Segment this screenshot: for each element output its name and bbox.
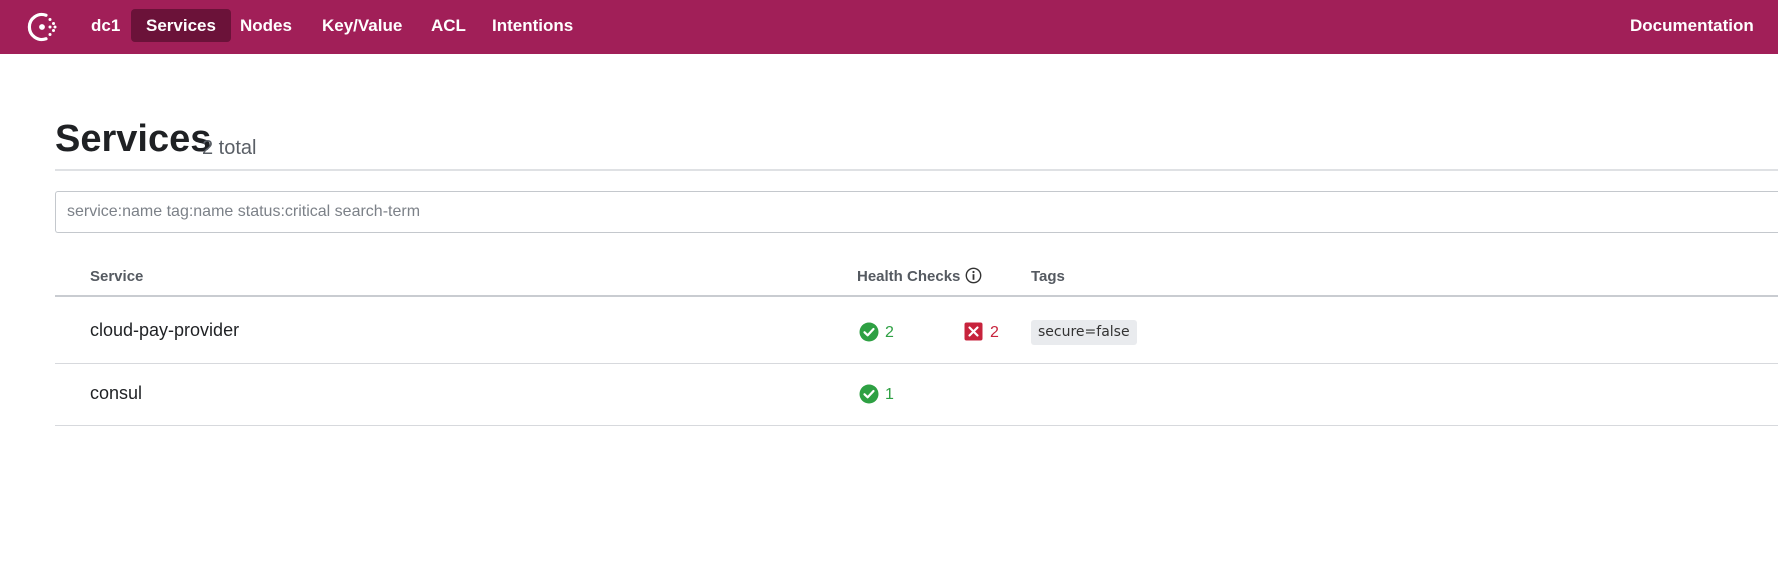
search-input[interactable]: [55, 191, 1778, 233]
nav-key-value[interactable]: Key/Value: [307, 9, 417, 42]
x-square-icon: [964, 322, 983, 341]
title-divider: [55, 169, 1778, 171]
passing-checks-count: 1: [885, 386, 894, 403]
top-navigation-bar: dc1 Services Nodes Key/Value ACL Intenti…: [0, 0, 1778, 54]
check-circle-icon: [859, 384, 879, 404]
service-name-link[interactable]: cloud-pay-provider: [90, 320, 239, 341]
row-divider: [55, 425, 1778, 426]
table-header-divider: [55, 295, 1778, 297]
nav-documentation[interactable]: Documentation: [1615, 9, 1769, 42]
check-circle-icon: [859, 322, 879, 342]
nav-acl[interactable]: ACL: [416, 9, 481, 42]
consul-logo-icon[interactable]: [24, 8, 62, 46]
page-title: Services: [55, 118, 212, 160]
passing-checks-count: 2: [885, 324, 894, 341]
services-count: 2 total: [202, 137, 257, 159]
nav-intentions[interactable]: Intentions: [477, 9, 588, 42]
nav-nodes[interactable]: Nodes: [225, 9, 307, 42]
nav-services[interactable]: Services: [131, 9, 231, 42]
info-circle-icon[interactable]: [965, 267, 982, 284]
row-divider: [55, 363, 1778, 364]
column-header-service[interactable]: Service: [90, 268, 143, 285]
column-header-tags[interactable]: Tags: [1031, 268, 1065, 285]
failing-checks-count: 2: [990, 324, 999, 341]
column-header-health-checks[interactable]: Health Checks: [857, 268, 960, 285]
service-tag: secure=false: [1031, 320, 1137, 345]
service-name-link[interactable]: consul: [90, 383, 142, 404]
datacenter-selector[interactable]: dc1: [76, 9, 135, 42]
